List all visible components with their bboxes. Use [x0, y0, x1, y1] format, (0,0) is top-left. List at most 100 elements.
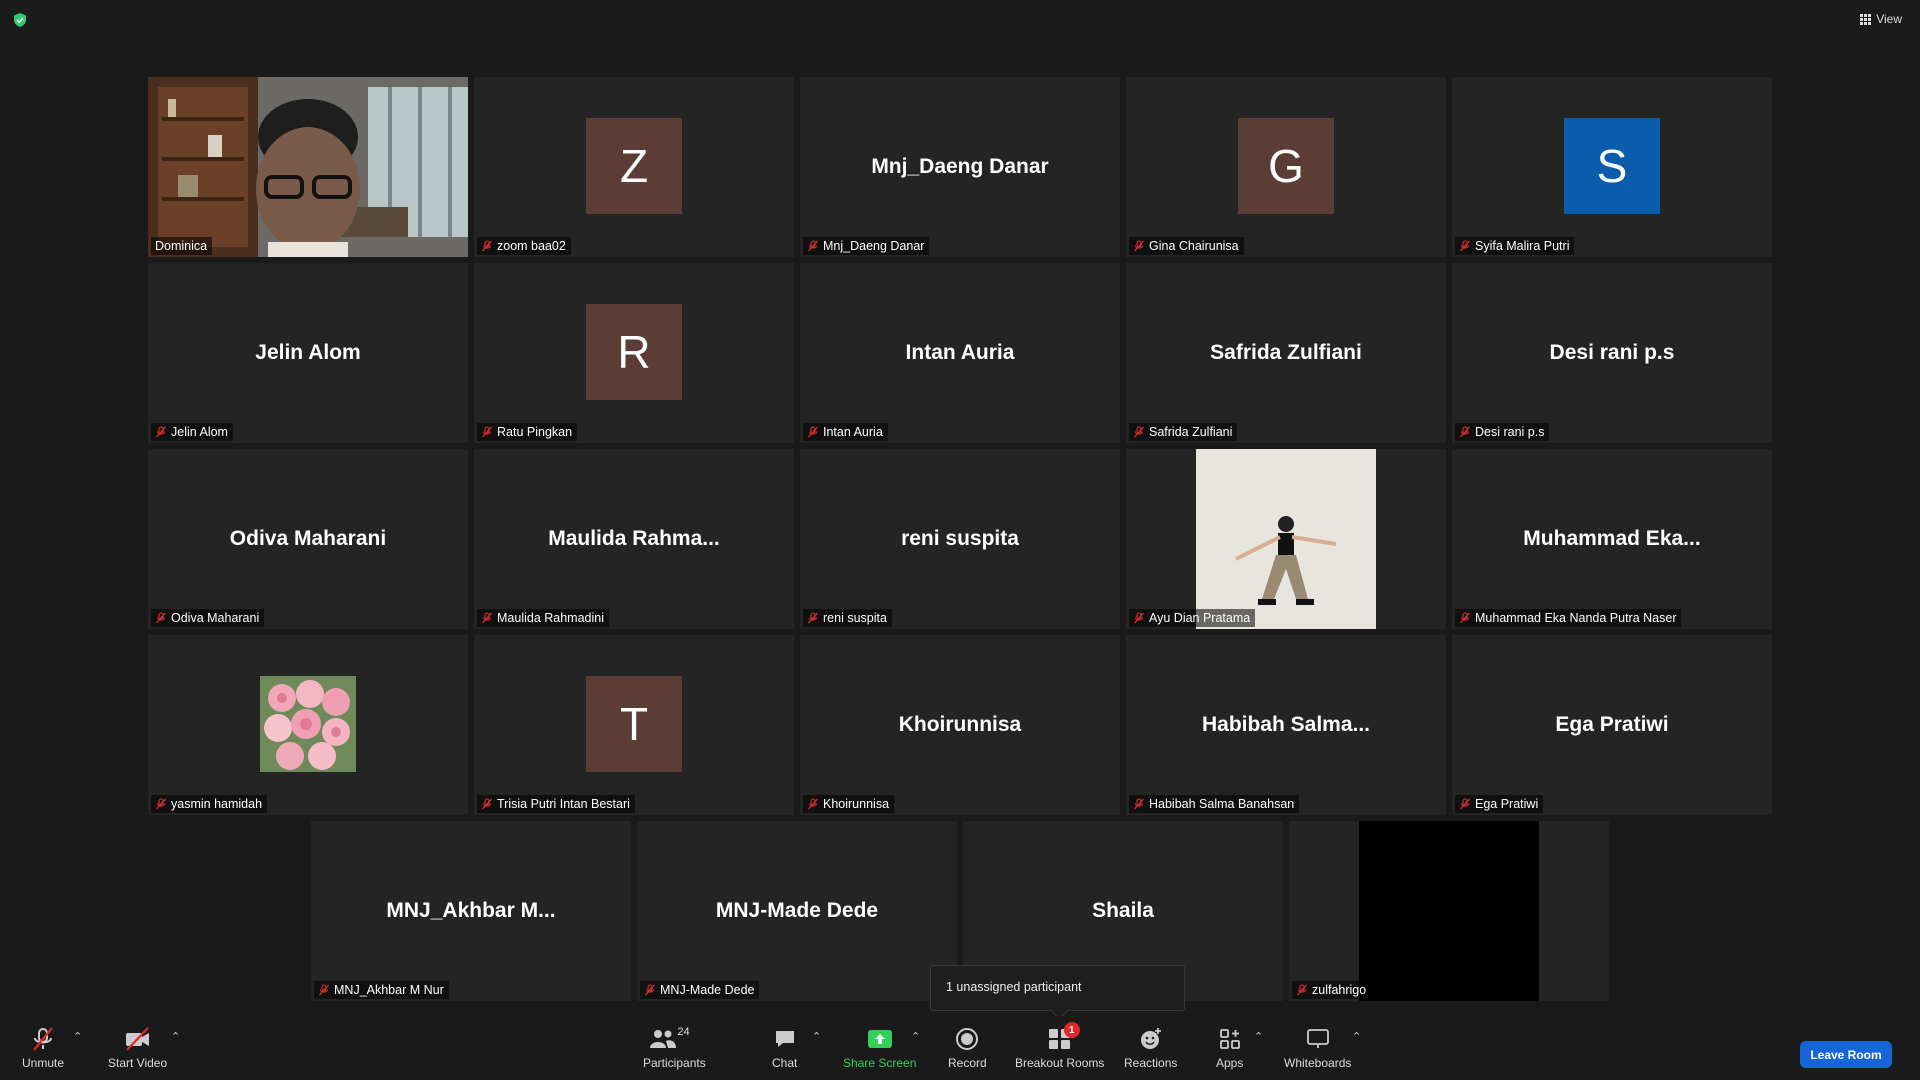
participant-tile[interactable]: R Ratu Pingkan: [474, 263, 794, 443]
participant-tile[interactable]: Muhammad Eka... Muhammad Eka Nanda Putra …: [1452, 449, 1772, 629]
participant-tile[interactable]: zulfahrigo: [1289, 821, 1609, 1001]
mic-muted-icon: [156, 798, 166, 810]
leave-room-button[interactable]: Leave Room: [1800, 1041, 1892, 1068]
participant-tile[interactable]: Safrida Zulfiani Safrida Zulfiani: [1126, 263, 1446, 443]
participant-name: Gina Chairunisa: [1149, 239, 1239, 253]
audio-options-caret[interactable]: ⌃: [73, 1030, 83, 1043]
participant-name-label: zulfahrigo: [1292, 981, 1372, 999]
participant-name-label: Trisia Putri Intan Bestari: [477, 795, 635, 813]
mic-muted-icon: [1460, 426, 1470, 438]
profile-photo-roses: [260, 676, 356, 772]
mic-muted-icon: [1460, 798, 1470, 810]
participant-name: Jelin Alom: [171, 425, 228, 439]
breakout-rooms-label: Breakout Rooms: [1015, 1056, 1105, 1070]
participant-tile[interactable]: T Trisia Putri Intan Bestari: [474, 635, 794, 815]
participant-avatar: T: [586, 676, 682, 772]
reactions-label: Reactions: [1124, 1056, 1178, 1070]
mic-muted-icon: [645, 984, 655, 996]
mic-muted-icon: [1460, 612, 1470, 624]
unmute-button[interactable]: Unmute: [22, 1024, 64, 1070]
chat-button[interactable]: Chat: [772, 1024, 797, 1070]
participant-tile[interactable]: MNJ-Made Dede MNJ-Made Dede: [637, 821, 957, 1001]
participant-tile[interactable]: MNJ_Akhbar M... MNJ_Akhbar M Nur: [311, 821, 631, 1001]
record-icon: [956, 1028, 979, 1050]
participant-name-label: Ayu Dian Pratama: [1129, 609, 1256, 627]
participant-tile[interactable]: yasmin hamidah: [148, 635, 468, 815]
participant-tile[interactable]: Mnj_Daeng Danar Mnj_Daeng Danar: [800, 77, 1120, 257]
participant-name-label: MNJ-Made Dede: [640, 981, 760, 999]
participant-name: Muhammad Eka Nanda Putra Naser: [1475, 611, 1677, 625]
security-shield-icon[interactable]: [12, 12, 28, 28]
participant-name: Ratu Pingkan: [497, 425, 573, 439]
reactions-button[interactable]: Reactions: [1124, 1024, 1177, 1070]
participant-display-name: MNJ-Made Dede: [715, 899, 879, 922]
participants-button[interactable]: 24 Participants: [643, 1024, 706, 1070]
mic-muted-icon: [156, 426, 166, 438]
avatar-initial: S: [1596, 140, 1628, 192]
participant-name-label: Mnj_Daeng Danar: [803, 237, 930, 255]
participant-black-video: [1359, 821, 1539, 1001]
whiteboards-button[interactable]: Whiteboards: [1284, 1024, 1351, 1070]
breakout-rooms-button[interactable]: 1 Breakout Rooms: [1015, 1022, 1105, 1070]
share-screen-button[interactable]: Share Screen: [843, 1024, 916, 1070]
avatar-initial: G: [1268, 140, 1304, 192]
participant-tile[interactable]: Zzoom baa02: [474, 77, 794, 257]
participant-tile[interactable]: Khoirunnisa Khoirunnisa: [800, 635, 1120, 815]
participant-count: 24: [677, 1026, 690, 1038]
participant-tile[interactable]: Ayu Dian Pratama: [1126, 449, 1446, 629]
unmute-label: Unmute: [22, 1056, 65, 1070]
participant-tile[interactable]: G Gina Chairunisa: [1126, 77, 1446, 257]
tooltip-text: 1 unassigned participant: [946, 980, 1082, 994]
participant-name: MNJ-Made Dede: [660, 983, 755, 997]
participant-tile[interactable]: reni suspita reni suspita: [800, 449, 1120, 629]
mic-muted-icon: [482, 240, 492, 252]
view-button[interactable]: View: [1860, 12, 1902, 26]
participants-icon: [650, 1030, 677, 1048]
avatar-initial: Z: [619, 140, 649, 192]
record-label: Record: [948, 1056, 987, 1070]
mic-muted-icon: [1134, 798, 1144, 810]
mic-muted-icon: [1134, 612, 1144, 624]
gallery-row: Jelin Alom Jelin Alom R Ratu Pingkan Intan A…: [145, 263, 1775, 443]
participant-display-name: Muhammad Eka...: [1523, 527, 1701, 550]
participant-name: MNJ_Akhbar M Nur: [334, 983, 444, 997]
participant-tile[interactable]: S Syifa Malira Putri: [1452, 77, 1772, 257]
participant-name: yasmin hamidah: [171, 797, 263, 811]
video-gallery: Dominica Zzoom baa02 Mnj_Daeng Danar Mnj_Da…: [145, 77, 1775, 1007]
participant-name: Dominica: [155, 239, 208, 253]
participant-name-label: reni suspita: [803, 609, 892, 627]
share-options-caret[interactable]: ⌃: [911, 1030, 921, 1043]
apps-label: Apps: [1216, 1056, 1244, 1070]
participant-tile[interactable]: Odiva Maharani Odiva Maharani: [148, 449, 468, 629]
participant-name: Ega Pratiwi: [1475, 797, 1539, 811]
whiteboards-options-caret[interactable]: ⌃: [1352, 1030, 1362, 1043]
participant-name-label: Maulida Rahmadini: [477, 609, 610, 627]
participant-name-label: Odiva Maharani: [151, 609, 265, 627]
participant-tile[interactable]: Desi rani p.s Desi rani p.s: [1452, 263, 1772, 443]
participant-display-name: Habibah Salma...: [1201, 713, 1371, 736]
profile-photo-dancer: [1196, 449, 1376, 629]
participant-name-label: Khoirunnisa: [803, 795, 895, 813]
participant-name: Ayu Dian Pratama: [1149, 611, 1251, 625]
start-video-label: Start Video: [108, 1056, 168, 1070]
participant-tile[interactable]: Dominica: [148, 77, 468, 257]
participant-name: Intan Auria: [823, 425, 883, 439]
participant-display-name: MNJ_Akhbar M...: [386, 899, 556, 922]
participant-tile[interactable]: Habibah Salma... Habibah Salma Banahsan: [1126, 635, 1446, 815]
participant-display-name: Jelin Alom: [255, 341, 361, 364]
participant-tile[interactable]: Jelin Alom Jelin Alom: [148, 263, 468, 443]
participant-tile[interactable]: Intan Auria Intan Auria: [800, 263, 1120, 443]
participant-tile[interactable]: Ega Pratiwi Ega Pratiwi: [1452, 635, 1772, 815]
participant-name: Mnj_Daeng Danar: [823, 239, 925, 253]
chat-options-caret[interactable]: ⌃: [812, 1030, 822, 1043]
apps-button[interactable]: Apps: [1216, 1024, 1243, 1070]
gallery-row: Dominica Zzoom baa02 Mnj_Daeng Danar Mnj_Da…: [145, 77, 1775, 257]
participant-display-name: Intan Auria: [905, 341, 1015, 364]
video-options-caret[interactable]: ⌃: [171, 1030, 181, 1043]
video-off-icon: [125, 1027, 149, 1051]
start-video-button[interactable]: Start Video: [108, 1024, 167, 1070]
apps-options-caret[interactable]: ⌃: [1254, 1030, 1264, 1043]
participant-tile[interactable]: Maulida Rahma... Maulida Rahmadini: [474, 449, 794, 629]
record-button[interactable]: Record: [948, 1024, 987, 1070]
participant-name: Syifa Malira Putri: [1475, 239, 1570, 253]
